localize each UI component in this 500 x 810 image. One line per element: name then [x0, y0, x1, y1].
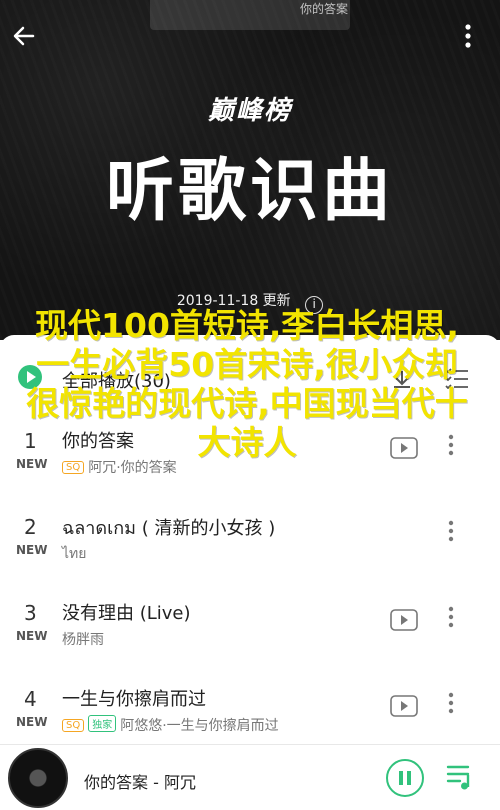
song-title: 一生与你擦肩而过 — [62, 689, 206, 710]
song-artist: 阿冗·你的答案 — [88, 460, 177, 476]
cover-title: 听歌识曲 — [105, 152, 394, 231]
song-meta: SQ 阿冗·你的答案 — [62, 457, 177, 477]
song-title: 你的答案 — [62, 431, 134, 452]
song-rank: 2 — [24, 515, 37, 539]
cover-top-text: 你的答案 — [300, 2, 349, 16]
song-row[interactable]: 1 NEW 你的答案 SQ 阿冗·你的答案 — [0, 421, 500, 507]
album-disc[interactable] — [8, 748, 68, 808]
play-all-icon[interactable] — [18, 365, 42, 389]
new-badge: NEW — [16, 715, 48, 729]
sq-badge: SQ — [62, 719, 85, 732]
mv-play-icon[interactable] — [390, 437, 418, 463]
song-rank: 1 — [24, 429, 37, 453]
more-vertical-icon[interactable] — [448, 433, 454, 461]
chart-brand-logo: 巅峰榜 — [207, 96, 292, 126]
song-rank: 3 — [24, 601, 37, 625]
exclusive-badge: 独家 — [88, 715, 117, 732]
song-title: 没有理由 (Live) — [62, 603, 191, 624]
song-title: ฉลาดเกม ( 清新的小女孩 ) — [62, 518, 276, 539]
info-icon[interactable]: i — [305, 296, 324, 314]
now-playing-text: 你的答案 - 阿冗 — [84, 773, 196, 792]
sq-badge: SQ — [62, 461, 85, 474]
multi-select-icon[interactable] — [444, 367, 470, 393]
back-arrow-icon[interactable] — [10, 22, 38, 50]
play-all-row[interactable]: 全部播放(30) — [0, 335, 500, 405]
mv-play-icon[interactable] — [390, 695, 418, 721]
song-list-panel: 全部播放(30) 1 NEW 你的答案 SQ 阿冗·你的答案 2 NEW ฉลาด… — [0, 335, 500, 810]
more-vertical-icon[interactable] — [448, 691, 454, 719]
more-vertical-icon[interactable] — [448, 605, 454, 633]
song-artist: ไทย — [62, 546, 87, 562]
new-badge: NEW — [16, 629, 48, 643]
more-vertical-icon[interactable] — [448, 519, 454, 547]
song-artist: 阿悠悠·一生与你擦肩而过 — [120, 718, 279, 734]
song-rank: 4 — [24, 687, 37, 711]
play-all-label: 全部播放(30) — [62, 371, 171, 392]
more-vertical-icon[interactable] — [454, 22, 482, 50]
new-badge: NEW — [16, 457, 48, 471]
pause-icon[interactable] — [386, 759, 424, 797]
update-date-row: 2019-11-18 更新 i — [0, 290, 500, 314]
song-artist: 杨胖雨 — [62, 632, 104, 648]
playlist-queue-icon[interactable] — [446, 763, 476, 795]
download-icon[interactable] — [390, 367, 414, 395]
song-row[interactable]: 3 NEW 没有理由 (Live) 杨胖雨 — [0, 593, 500, 679]
mv-play-icon[interactable] — [390, 609, 418, 635]
playlist-cover-header: 你的答案 巅峰榜 听歌识曲 2019-11-18 更新 i — [0, 0, 500, 340]
song-row[interactable]: 2 NEW ฉลาดเกม ( 清新的小女孩 ) ไทย — [0, 507, 500, 593]
mini-player[interactable]: 你的答案 - 阿冗 — [0, 744, 500, 810]
song-meta: SQ 独家 阿悠悠·一生与你擦肩而过 — [62, 715, 279, 735]
update-date: 2019-11-18 更新 — [176, 293, 291, 309]
new-badge: NEW — [16, 543, 48, 557]
